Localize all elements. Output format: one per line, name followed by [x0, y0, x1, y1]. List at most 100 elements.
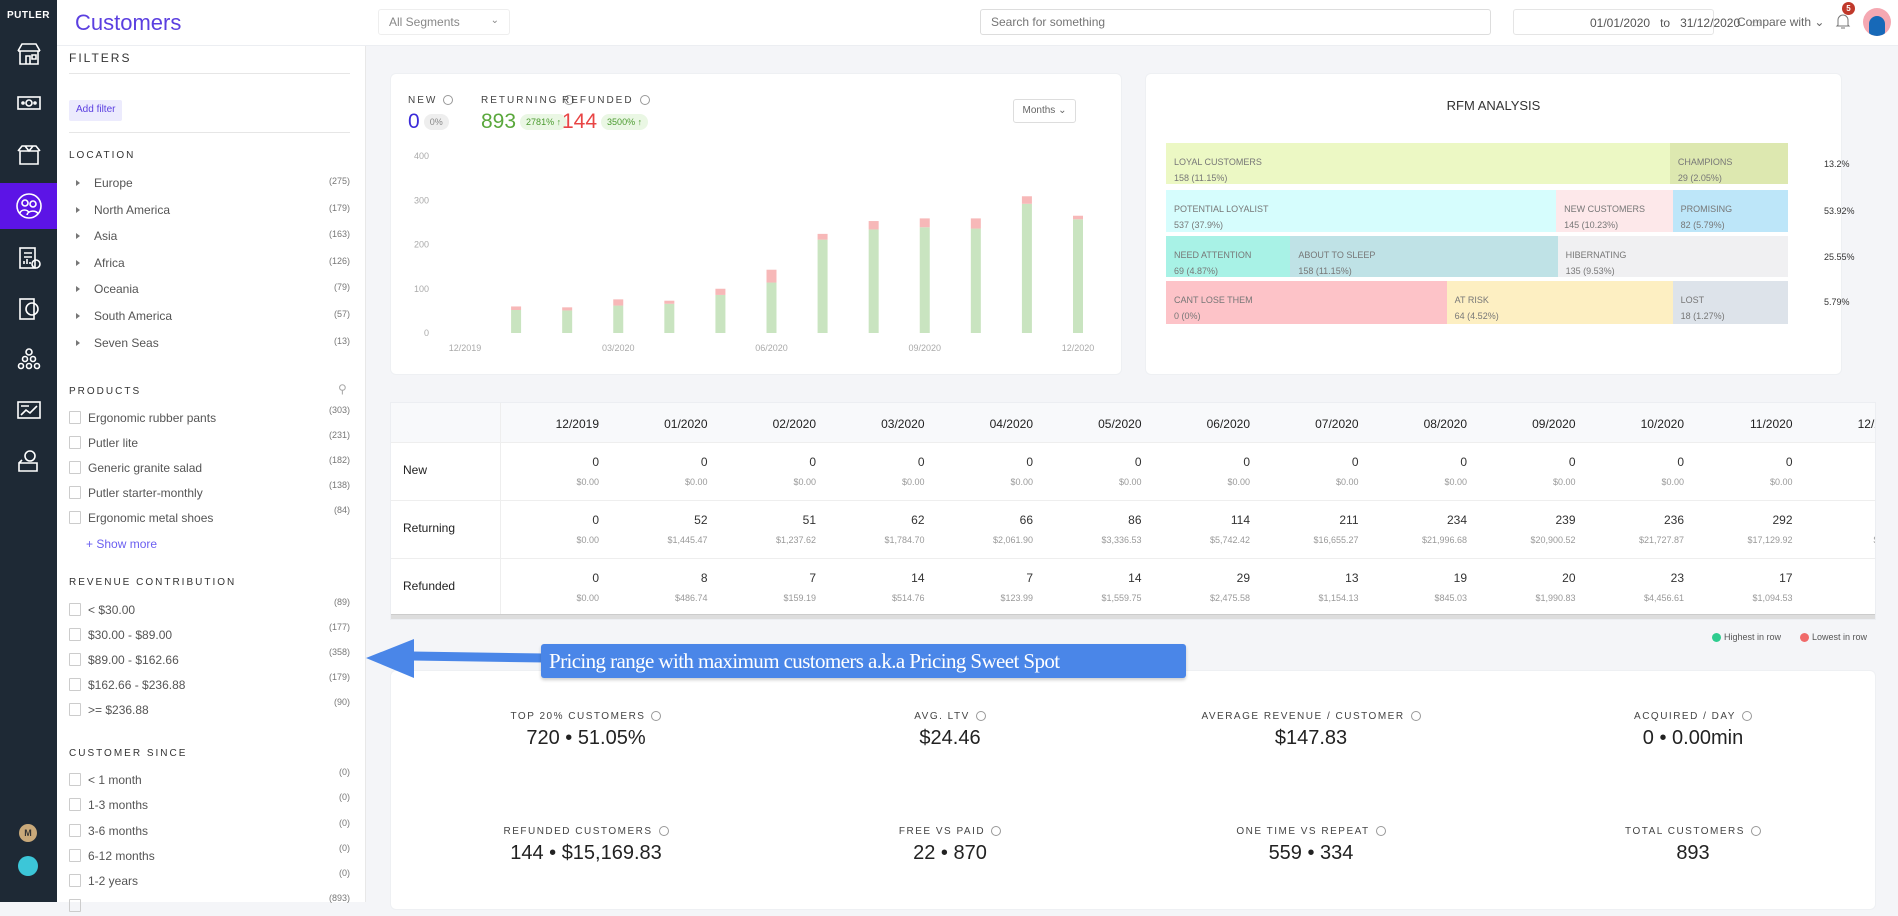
- show-more-link[interactable]: + Show more: [86, 537, 157, 551]
- add-filter-button[interactable]: Add filter: [69, 100, 123, 121]
- filter-item[interactable]: Ergonomic metal shoes (84): [69, 505, 350, 528]
- cell-count: 114: [1230, 513, 1250, 527]
- nav-subscriptions[interactable]: [0, 286, 57, 332]
- cell-revenue: $486.74: [674, 593, 708, 603]
- expand-caret-icon[interactable]: [76, 286, 80, 292]
- filter-item[interactable]: 1-3 months (0): [69, 792, 350, 815]
- checkbox[interactable]: [69, 678, 81, 692]
- info-icon[interactable]: [975, 711, 986, 722]
- checkbox[interactable]: [69, 436, 81, 450]
- expand-caret-icon[interactable]: [76, 313, 80, 319]
- filter-count: (90): [333, 697, 350, 707]
- info-icon[interactable]: [1741, 711, 1752, 722]
- info-icon[interactable]: [1750, 826, 1761, 837]
- info-icon[interactable]: [1375, 826, 1386, 837]
- nav-apps[interactable]: [0, 438, 57, 484]
- search-input[interactable]: [980, 9, 1491, 35]
- search-icon[interactable]: ⚲: [338, 382, 347, 396]
- column-header: 12/2020: [1857, 417, 1875, 431]
- info-icon[interactable]: [658, 826, 669, 837]
- bot-avatar[interactable]: [18, 856, 38, 876]
- nav-reports[interactable]: [0, 235, 57, 281]
- info-icon[interactable]: [651, 711, 662, 722]
- nav-products[interactable]: [0, 131, 57, 177]
- cell-revenue: $21,727.87: [1638, 535, 1684, 545]
- filter-label: Putler lite: [88, 435, 139, 450]
- table-header: 12/2019 01/2020 02/2020 03/2020 04/2020 05/20…: [391, 403, 1875, 443]
- checkbox[interactable]: [69, 798, 81, 812]
- checkbox[interactable]: [69, 511, 81, 525]
- filter-item[interactable]: Oceania (79): [69, 282, 350, 300]
- filter-item[interactable]: Asia (163): [69, 229, 350, 247]
- checkbox[interactable]: [69, 461, 81, 475]
- rfm-segment[interactable]: ABOUT TO SLEEP 158 (11.15%): [1290, 236, 1558, 277]
- filter-item[interactable]: Seven Seas (13): [69, 336, 350, 354]
- rfm-segment[interactable]: CHAMPIONS 29 (2.05%): [1669, 143, 1788, 184]
- filter-item[interactable]: 6-12 months (0): [69, 843, 350, 866]
- filter-item[interactable]: Putler lite (231): [69, 430, 350, 453]
- cell-revenue: $1,784.70: [884, 535, 925, 545]
- filter-item[interactable]: < $30.00 (89): [69, 597, 350, 620]
- expand-caret-icon[interactable]: [76, 260, 80, 266]
- user-avatar[interactable]: [1863, 8, 1891, 36]
- rfm-segment[interactable]: NEED ATTENTION 69 (4.87%): [1166, 236, 1291, 277]
- filter-item[interactable]: Generic granite salad (182): [69, 455, 350, 478]
- compare-with-dropdown[interactable]: Compare with ⌄: [1737, 15, 1824, 29]
- row-label: New: [391, 443, 501, 501]
- nav-sales[interactable]: [0, 31, 57, 77]
- checkbox[interactable]: [69, 824, 81, 838]
- segment-dropdown[interactable]: All Segments ⌄: [378, 9, 510, 35]
- filter-item[interactable]: 3-6 months (0): [69, 818, 350, 841]
- nav-affiliates[interactable]: [0, 337, 57, 383]
- checkbox[interactable]: [69, 628, 81, 642]
- date-range-picker[interactable]: 01/01/2020 to 31/12/2020 ▭: [1513, 9, 1761, 35]
- checkbox[interactable]: [69, 653, 81, 667]
- checkbox[interactable]: [69, 773, 81, 787]
- user-avatar-m[interactable]: M: [19, 824, 37, 842]
- divider: [69, 73, 350, 74]
- filter-count: (0): [339, 868, 350, 878]
- rfm-row: LOYAL CUSTOMERS 158 (11.15%) CHAMPIONS 29 (…: [1166, 143, 1788, 184]
- info-icon[interactable]: [1410, 711, 1421, 722]
- segment-value: 537 (37.9%): [1174, 220, 1224, 230]
- filter-item[interactable]: North America (179): [69, 203, 350, 221]
- filter-item[interactable]: South America (57): [69, 309, 350, 327]
- checkbox[interactable]: [69, 411, 81, 425]
- filter-item[interactable]: Europe (275): [69, 176, 350, 194]
- expand-caret-icon[interactable]: [76, 340, 80, 346]
- rfm-segment[interactable]: AT RISK 64 (4.52%): [1446, 281, 1673, 324]
- segment-name: CANT LOSE THEM: [1174, 295, 1253, 305]
- rfm-segment[interactable]: POTENTIAL LOYALIST 537 (37.9%): [1166, 190, 1557, 232]
- expand-caret-icon[interactable]: [76, 180, 80, 186]
- nav-customers[interactable]: [0, 183, 57, 229]
- checkbox[interactable]: [69, 703, 81, 717]
- filter-item[interactable]: $162.66 - $236.88 (179): [69, 672, 350, 695]
- checkbox[interactable]: [69, 486, 81, 500]
- rfm-segment[interactable]: NEW CUSTOMERS 145 (10.23%): [1556, 190, 1673, 232]
- rfm-segment[interactable]: LOST 18 (1.27%): [1672, 281, 1789, 324]
- checkbox[interactable]: [69, 899, 81, 913]
- rfm-segment[interactable]: LOYAL CUSTOMERS 158 (11.15%): [1166, 143, 1670, 184]
- rfm-segment[interactable]: CANT LOSE THEM 0 (0%): [1166, 281, 1447, 324]
- filter-item[interactable]: 1-2 years (0): [69, 868, 350, 891]
- info-icon[interactable]: [991, 826, 1002, 837]
- filter-item[interactable]: $89.00 - $162.66 (358): [69, 647, 350, 670]
- rfm-segment[interactable]: PROMISING 82 (5.79%): [1672, 190, 1788, 232]
- checkbox[interactable]: [69, 603, 81, 617]
- horizontal-scrollbar[interactable]: [391, 614, 1875, 619]
- filter-item[interactable]: >= $236.88 (90): [69, 697, 350, 720]
- filter-item[interactable]: Ergonomic rubber pants (303): [69, 405, 350, 428]
- rfm-segment[interactable]: HIBERNATING 135 (9.53%): [1557, 236, 1788, 277]
- filter-item[interactable]: < 1 month (0): [69, 767, 350, 790]
- nav-transactions[interactable]: [0, 80, 57, 126]
- filter-item[interactable]: Africa (126): [69, 256, 350, 274]
- expand-caret-icon[interactable]: [76, 207, 80, 213]
- expand-caret-icon[interactable]: [76, 233, 80, 239]
- nav-insights[interactable]: [0, 387, 57, 433]
- checkbox[interactable]: [69, 849, 81, 863]
- checkbox[interactable]: [69, 874, 81, 888]
- filter-item[interactable]: (893): [69, 893, 350, 916]
- table-cell: $0.00: [1793, 453, 1875, 487]
- filter-item[interactable]: $30.00 - $89.00 (177): [69, 622, 350, 645]
- filter-item[interactable]: Putler starter-monthly (138): [69, 480, 350, 503]
